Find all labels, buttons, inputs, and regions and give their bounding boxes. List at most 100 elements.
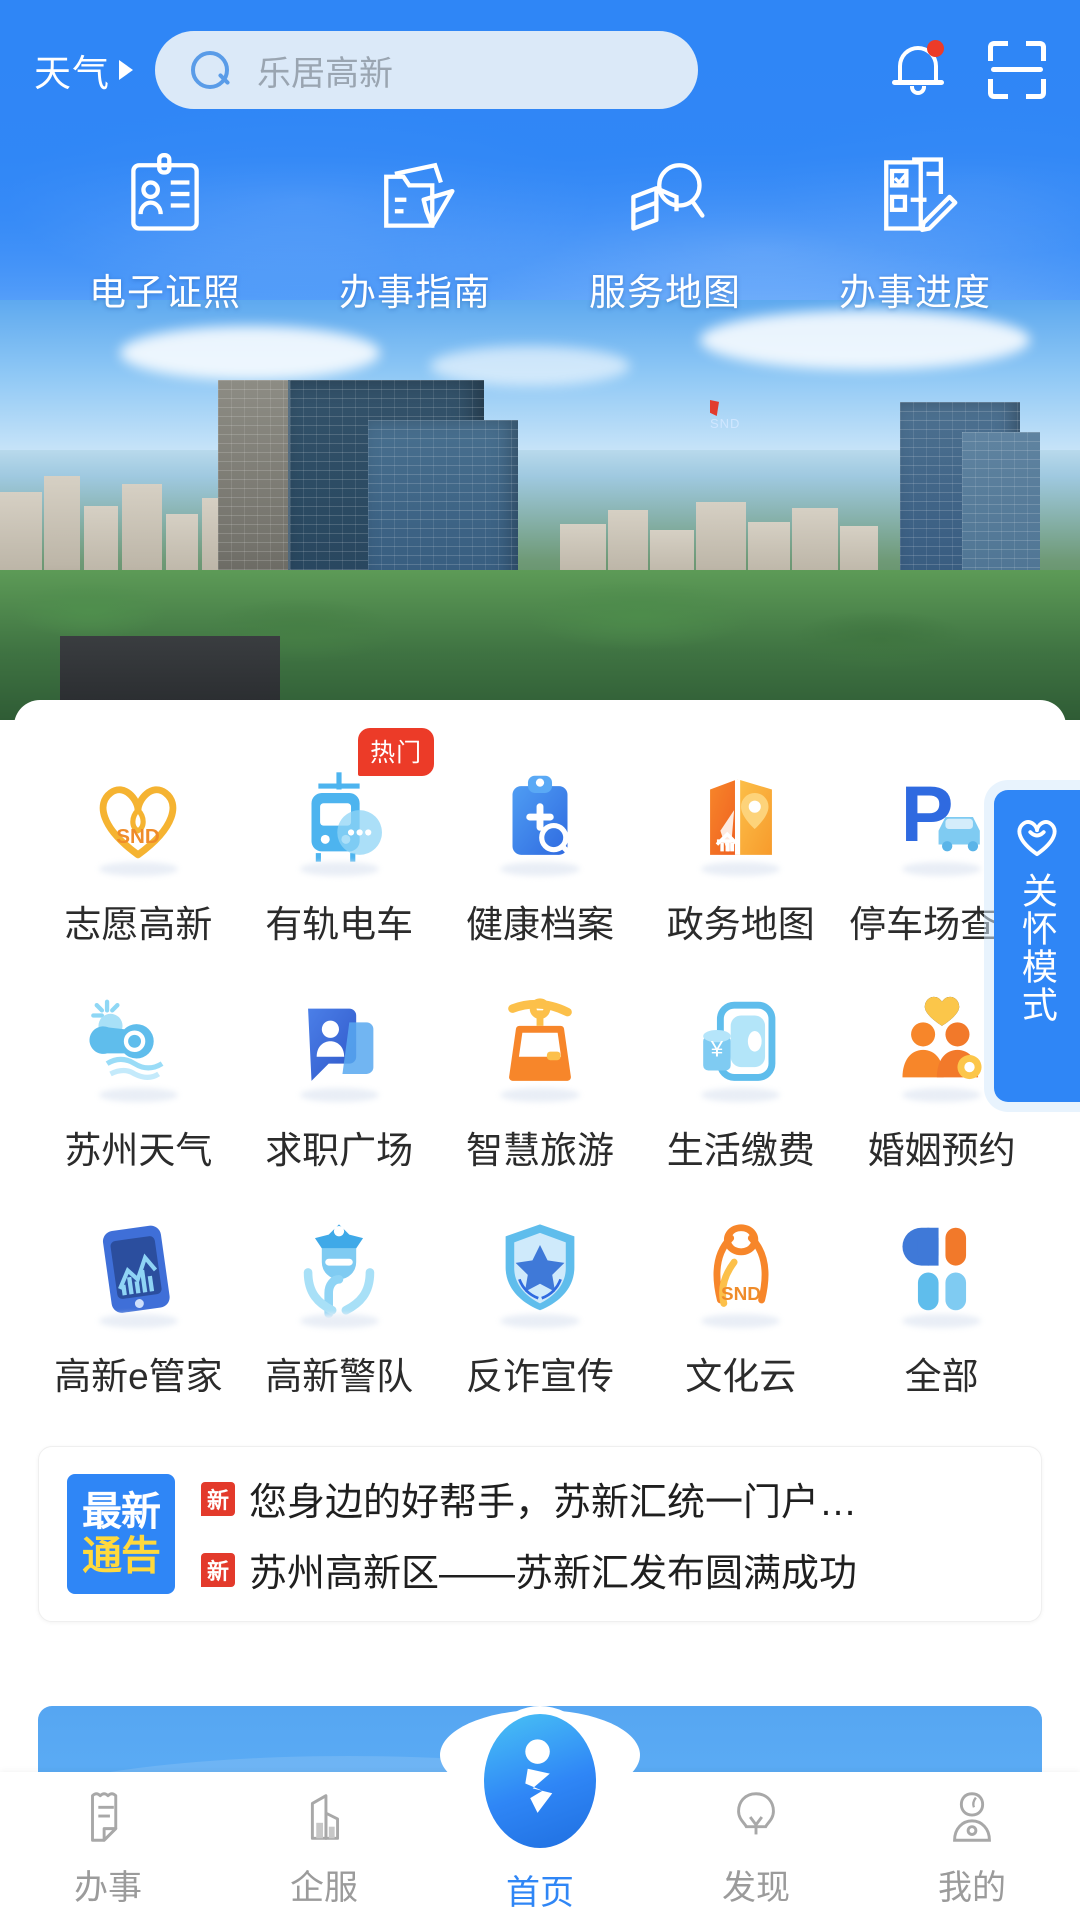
culture-snd-icon: SND <box>686 1214 796 1328</box>
announcement-card[interactable]: 最新 通告 新 您身边的好帮手，苏新汇统一门户… 新 苏州高新区——苏新汇发布圆… <box>38 1446 1042 1622</box>
service-label: 苏州天气 <box>64 1130 213 1171</box>
svg-text:SND: SND <box>117 825 161 848</box>
weather-label: 天气 <box>34 53 110 94</box>
service-grid: SND 志愿高新 热门 有轨电车 健康档案 政务地图 P 停车场查询 苏州天气 … <box>14 700 1066 1440</box>
announcement-text: 您身边的好帮手，苏新汇统一门户… <box>249 1482 858 1524</box>
chevron-right-icon <box>119 60 133 80</box>
heart-smile-icon <box>1012 812 1062 858</box>
service-label: 反诈宣传 <box>465 1356 614 1397</box>
list-item[interactable]: 新 您身边的好帮手，苏新汇统一门户… <box>201 1471 1013 1526</box>
bell-icon[interactable] <box>890 40 946 100</box>
nav-label: 我的 <box>938 1869 1006 1907</box>
service-item-tourism[interactable]: 智慧旅游 <box>440 974 641 1200</box>
service-label: 高新e管家 <box>54 1356 223 1397</box>
service-item-gov-map[interactable]: 政务地图 <box>640 748 841 974</box>
new-tag: 新 <box>201 1481 235 1516</box>
nav-item-mine[interactable]: 我的 <box>864 1786 1080 1909</box>
care-mode-label: 关怀模式 <box>1016 872 1058 1024</box>
header-actions <box>890 40 1046 100</box>
weather-cloud-icon <box>83 988 193 1102</box>
scan-icon[interactable] <box>988 41 1046 99</box>
nav-item-enterprise[interactable]: 企服 <box>216 1786 432 1909</box>
quick-link-label: 服务地图 <box>589 272 741 313</box>
home-person-icon <box>476 1706 604 1856</box>
quick-link-label: 电子证照 <box>89 272 241 313</box>
gov-map-icon <box>686 762 796 876</box>
service-item-weather[interactable]: 苏州天气 <box>38 974 239 1200</box>
service-item-volunteer[interactable]: SND 志愿高新 <box>38 748 239 974</box>
announcement-text: 苏州高新区——苏新汇发布圆满成功 <box>249 1553 858 1595</box>
nav-label: 办事 <box>74 1869 142 1907</box>
service-label: 智慧旅游 <box>465 1130 614 1171</box>
nav-item-home-button[interactable]: 首页 <box>465 1706 615 1912</box>
service-item-tram[interactable]: 热门 有轨电车 <box>239 728 440 974</box>
quick-link-label: 办事指南 <box>339 272 491 313</box>
quick-link-label: 办事进度 <box>839 272 991 313</box>
weather-button[interactable]: 天气 <box>34 43 133 97</box>
nav-label: 首页 <box>506 1874 574 1912</box>
service-item-jobs[interactable]: 求职广场 <box>239 974 440 1200</box>
payment-icon: ¥ <box>686 988 796 1102</box>
document-pen-icon <box>884 157 958 233</box>
service-label: 健康档案 <box>465 904 614 945</box>
app-header: 天气 乐居高新 <box>0 0 1080 140</box>
quick-links-row: 电子证照 办事指南 服务地图 办事进度 <box>0 148 1080 316</box>
service-label: 全部 <box>904 1356 979 1397</box>
service-item-culture-cloud[interactable]: SND 文化云 <box>640 1200 841 1426</box>
all-apps-icon <box>887 1214 997 1328</box>
service-item-police[interactable]: 高新警队 <box>239 1200 440 1426</box>
announcement-list: 新 您身边的好帮手，苏新汇统一门户… 新 苏州高新区——苏新汇发布圆满成功 <box>201 1471 1013 1597</box>
service-item-utility-payment[interactable]: ¥ 生活缴费 <box>640 974 841 1200</box>
service-label: 生活缴费 <box>666 1130 815 1171</box>
parking-icon: P <box>887 762 997 876</box>
service-label: 婚姻预约 <box>867 1130 1016 1171</box>
shield-star-icon <box>485 1214 595 1328</box>
service-grid-card: SND 志愿高新 热门 有轨电车 健康档案 政务地图 P 停车场查询 苏州天气 … <box>14 700 1066 1440</box>
badge-line-1: 最新 <box>82 1490 161 1534</box>
search-icon <box>189 49 231 91</box>
hot-badge: 热门 <box>358 728 435 776</box>
job-chat-icon <box>284 988 394 1102</box>
service-label: 有轨电车 <box>265 904 414 945</box>
quick-link-electronic-license[interactable]: 电子证照 <box>70 148 260 316</box>
service-item-e-butler[interactable]: 高新e管家 <box>38 1200 239 1426</box>
marriage-icon <box>887 988 997 1102</box>
tram-icon: 热门 <box>284 728 435 876</box>
id-card-icon <box>131 153 199 231</box>
city-skyline-photo: SND <box>0 300 1080 720</box>
service-item-health-record[interactable]: 健康档案 <box>440 748 641 974</box>
service-label: 文化云 <box>685 1356 797 1397</box>
svg-text:SND: SND <box>721 1284 761 1305</box>
care-mode-button[interactable]: 关怀模式 <box>994 790 1080 1102</box>
notification-dot <box>927 40 944 57</box>
badge-line-2: 通告 <box>82 1534 161 1578</box>
map-search-icon <box>631 163 705 231</box>
service-item-antifraud[interactable]: 反诈宣传 <box>440 1200 641 1426</box>
quick-link-service-map[interactable]: 服务地图 <box>570 148 760 316</box>
service-label: 政务地图 <box>666 904 815 945</box>
dark-building <box>60 636 280 706</box>
nav-label: 发现 <box>722 1869 790 1907</box>
nav-item-discover[interactable]: 发现 <box>648 1786 864 1909</box>
service-label: 高新警队 <box>265 1356 414 1397</box>
cable-car-icon <box>485 988 595 1102</box>
phone-chart-icon <box>83 1214 193 1328</box>
folder-send-icon <box>384 162 455 228</box>
search-input[interactable]: 乐居高新 <box>155 31 698 109</box>
nav-label: 企服 <box>290 1869 358 1907</box>
health-record-icon <box>485 762 595 876</box>
svg-text:¥: ¥ <box>710 1037 724 1062</box>
service-label: 求职广场 <box>265 1130 414 1171</box>
nav-item-affairs[interactable]: 办事 <box>0 1786 216 1909</box>
bulb-icon <box>737 1792 775 1835</box>
search-placeholder: 乐居高新 <box>257 54 393 93</box>
building-icon <box>310 1794 340 1840</box>
police-icon <box>284 1214 394 1328</box>
service-item-all[interactable]: 全部 <box>841 1200 1042 1426</box>
list-item[interactable]: 新 苏州高新区——苏新汇发布圆满成功 <box>201 1542 1013 1597</box>
quick-link-guide[interactable]: 办事指南 <box>320 148 510 316</box>
heart-snd-icon: SND <box>83 762 193 876</box>
user-icon <box>953 1792 991 1842</box>
quick-link-progress[interactable]: 办事进度 <box>820 148 1010 316</box>
new-tag: 新 <box>201 1552 235 1587</box>
